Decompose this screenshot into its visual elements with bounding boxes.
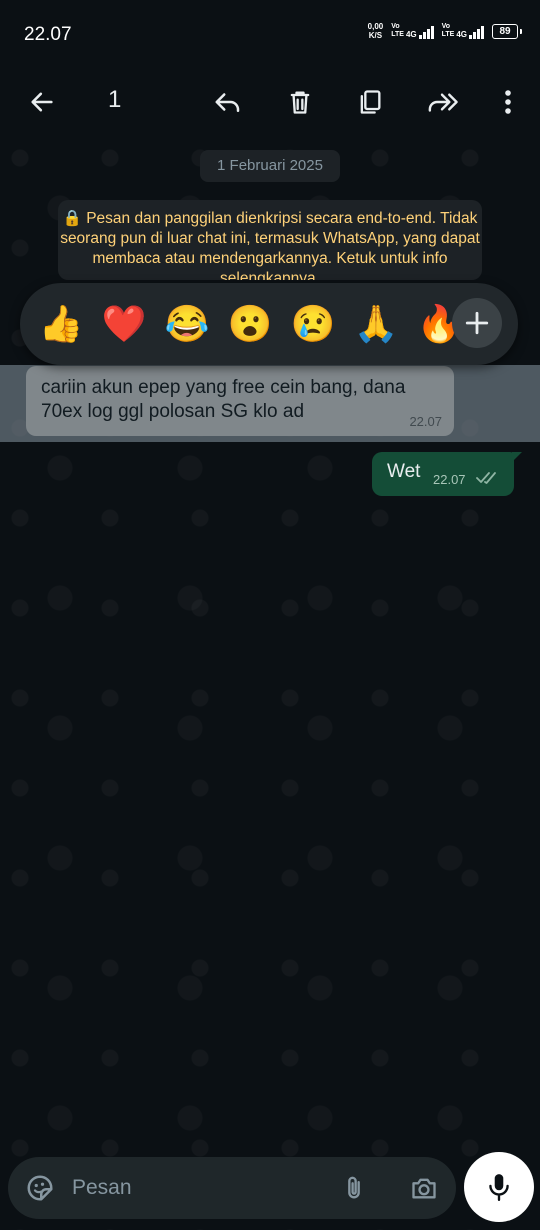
status-bar: 22.07 0,00 K/S Vo LTE 4G Vo LTE 4G 89 xyxy=(0,0,540,66)
status-time: 22.07 xyxy=(24,24,72,45)
date-separator: 1 Februari 2025 xyxy=(200,150,340,182)
reply-icon xyxy=(215,93,240,112)
voice-message-button[interactable] xyxy=(464,1152,534,1222)
sim2-signal: Vo LTE 4G xyxy=(442,23,484,39)
reaction-surprised[interactable]: 😮 xyxy=(227,301,273,347)
signal-bars-icon xyxy=(469,26,484,39)
forward-icon xyxy=(428,93,458,112)
copy-icon xyxy=(360,90,381,114)
read-ticks-icon xyxy=(476,472,496,484)
message-text: cariin akun epep yang free cein bang, da… xyxy=(41,377,406,422)
more-icon xyxy=(505,90,511,114)
status-icons: 0,00 K/S Vo LTE 4G Vo LTE 4G 89 xyxy=(367,22,522,40)
plus-icon xyxy=(465,311,489,335)
sim1-signal: Vo LTE 4G xyxy=(391,23,434,39)
selected-count: 1 xyxy=(108,86,122,113)
reaction-crying[interactable]: 😢 xyxy=(290,301,336,347)
more-reactions-button[interactable] xyxy=(452,298,502,348)
camera-icon xyxy=(412,1178,436,1199)
reaction-laughing[interactable]: 😂 xyxy=(164,301,210,347)
sticker-button[interactable] xyxy=(20,1168,60,1208)
copy-button[interactable] xyxy=(348,80,392,124)
camera-button[interactable] xyxy=(404,1168,444,1208)
reaction-pray[interactable]: 🙏 xyxy=(353,301,399,347)
signal-bars-icon xyxy=(418,26,434,39)
incoming-message-bubble[interactable]: cariin akun epep yang free cein bang, da… xyxy=(26,366,454,436)
message-composer: Pesan xyxy=(8,1157,456,1219)
message-time: 22.07 xyxy=(409,414,442,429)
message-input[interactable]: Pesan xyxy=(72,1176,132,1200)
paperclip-icon xyxy=(348,1176,360,1199)
battery-icon: 89 xyxy=(492,23,522,39)
microphone-icon xyxy=(489,1174,509,1202)
delete-button[interactable] xyxy=(278,80,322,124)
reaction-heart[interactable]: ❤️ xyxy=(101,301,147,347)
back-button[interactable] xyxy=(20,80,64,124)
forward-button[interactable] xyxy=(420,80,464,124)
reaction-picker: 👍 ❤️ 😂 😮 😢 🙏 🔥 xyxy=(20,283,518,365)
encryption-notice[interactable]: 🔒 Pesan dan panggilan dienkripsi secara … xyxy=(58,200,482,280)
outgoing-message-bubble[interactable]: Wet 22.07 xyxy=(372,452,522,496)
reply-button[interactable] xyxy=(206,80,250,124)
selection-action-bar: 1 xyxy=(0,66,540,138)
attach-button[interactable] xyxy=(334,1168,374,1208)
more-options-button[interactable] xyxy=(486,80,530,124)
message-text: Wet xyxy=(387,461,421,482)
back-arrow-icon xyxy=(31,92,53,112)
message-time: 22.07 xyxy=(433,472,466,487)
reaction-thumbs-up[interactable]: 👍 xyxy=(38,301,84,347)
delete-icon xyxy=(290,91,310,114)
network-speed: 0,00 K/S xyxy=(367,22,384,40)
sticker-icon xyxy=(27,1175,53,1201)
